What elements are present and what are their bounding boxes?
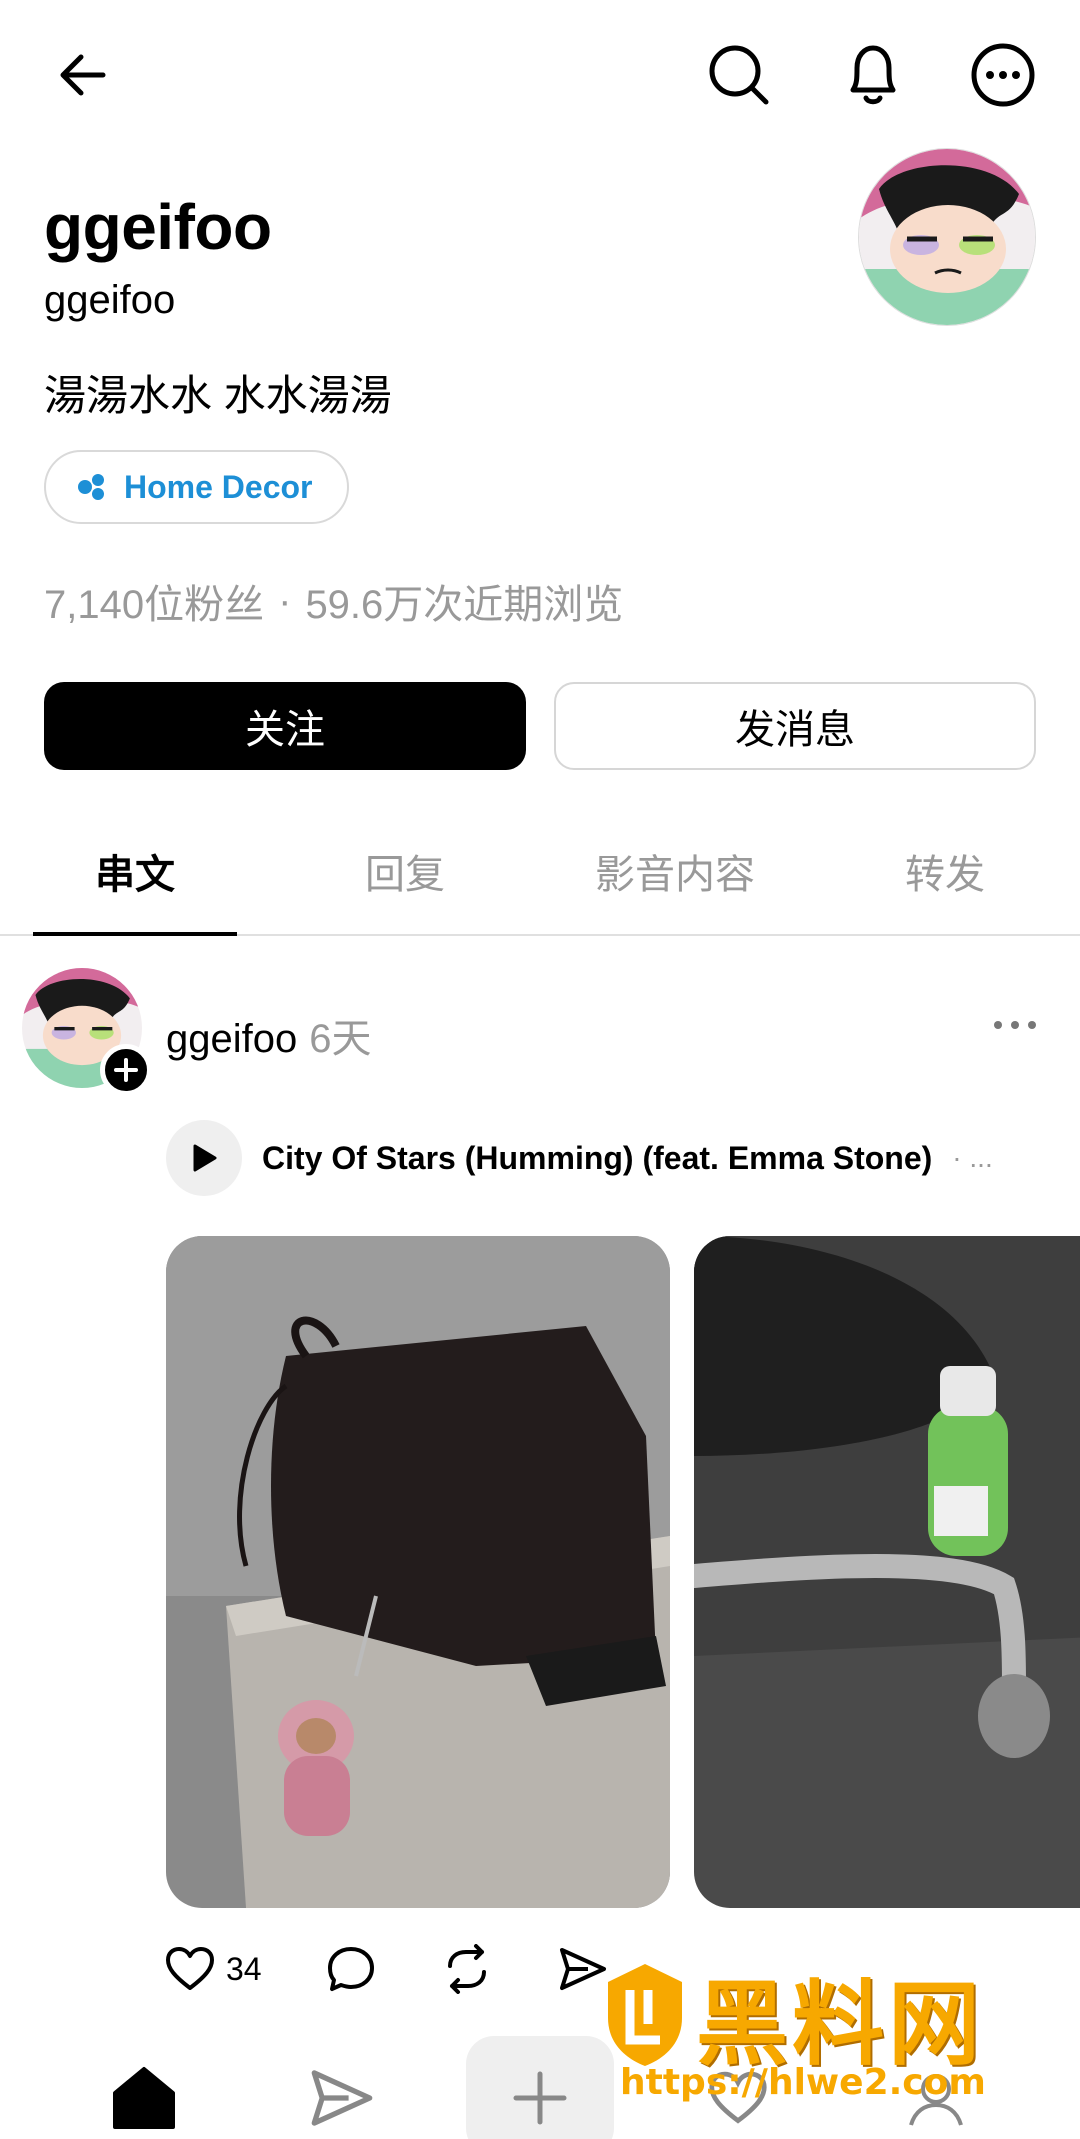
post-username[interactable]: ggeifoo — [166, 1017, 297, 1062]
post-image-chair[interactable] — [694, 1236, 1080, 1908]
comment-button[interactable] — [326, 1944, 376, 1994]
heart-icon — [166, 1947, 214, 1990]
back-arrow-icon[interactable] — [48, 40, 118, 110]
username-handle: ggeifoo — [44, 278, 176, 322]
nav-home-icon[interactable] — [94, 2048, 194, 2139]
share-icon — [559, 1948, 606, 1990]
follow-button[interactable]: 关注 — [44, 682, 526, 770]
share-button[interactable] — [558, 1946, 608, 1992]
tab-reposts[interactable]: 转发 — [843, 842, 1047, 900]
post-image-bag[interactable] — [166, 1236, 670, 1908]
tab-threads[interactable]: 串文 — [33, 842, 237, 900]
bell-icon[interactable] — [834, 36, 912, 114]
interest-tag-chip[interactable]: Home Decor — [44, 450, 349, 524]
music-attachment[interactable]: City Of Stars (Humming) (feat. Emma Ston… — [166, 1120, 993, 1196]
nav-profile-icon[interactable] — [886, 2048, 986, 2139]
stats-separator: · — [278, 578, 292, 623]
tab-media[interactable]: 影音内容 — [573, 842, 777, 900]
profile-stats: 7,140位粉丝 · 59.6万次近期浏览 — [44, 572, 623, 630]
tag-dots-icon — [78, 474, 104, 500]
post-header: ggeifoo 6天 — [166, 1006, 371, 1064]
more-icon[interactable] — [964, 36, 1042, 114]
like-button[interactable]: 34 — [164, 1946, 262, 1992]
play-icon[interactable] — [166, 1120, 242, 1196]
tag-label: Home Decor — [124, 468, 313, 505]
follow-plus-icon[interactable] — [100, 1044, 152, 1096]
profile-tabs: 串文 回复 影音内容 转发 — [0, 806, 1080, 936]
nav-plus-icon[interactable] — [490, 2048, 590, 2139]
bottom-navigation — [0, 2030, 1080, 2139]
music-title: City Of Stars (Humming) (feat. Emma Ston… — [262, 1139, 933, 1176]
repost-button[interactable] — [442, 1944, 492, 1994]
follower-count[interactable]: 7,140位粉丝 — [44, 572, 264, 630]
profile-avatar[interactable] — [858, 148, 1036, 326]
search-icon[interactable] — [700, 36, 778, 114]
nav-send-icon[interactable] — [292, 2048, 392, 2139]
nav-activity-icon[interactable] — [688, 2048, 788, 2139]
post-time: 6天 — [309, 1017, 372, 1061]
display-name: ggeifoo — [44, 191, 272, 263]
repost-icon — [447, 1944, 486, 1994]
post-actions: 34 — [164, 1944, 608, 1994]
recent-views: 59.6万次近期浏览 — [305, 583, 624, 627]
message-button[interactable]: 发消息 — [554, 682, 1036, 770]
active-tab-indicator — [33, 932, 237, 936]
comment-icon — [327, 1947, 374, 1991]
music-more: · ... — [952, 1142, 993, 1173]
like-count: 34 — [226, 1950, 262, 1987]
tab-replies[interactable]: 回复 — [303, 842, 507, 900]
post-more-icon[interactable] — [990, 1010, 1040, 1040]
profile-bio: 湯湯水水 水水湯湯 — [44, 372, 392, 419]
